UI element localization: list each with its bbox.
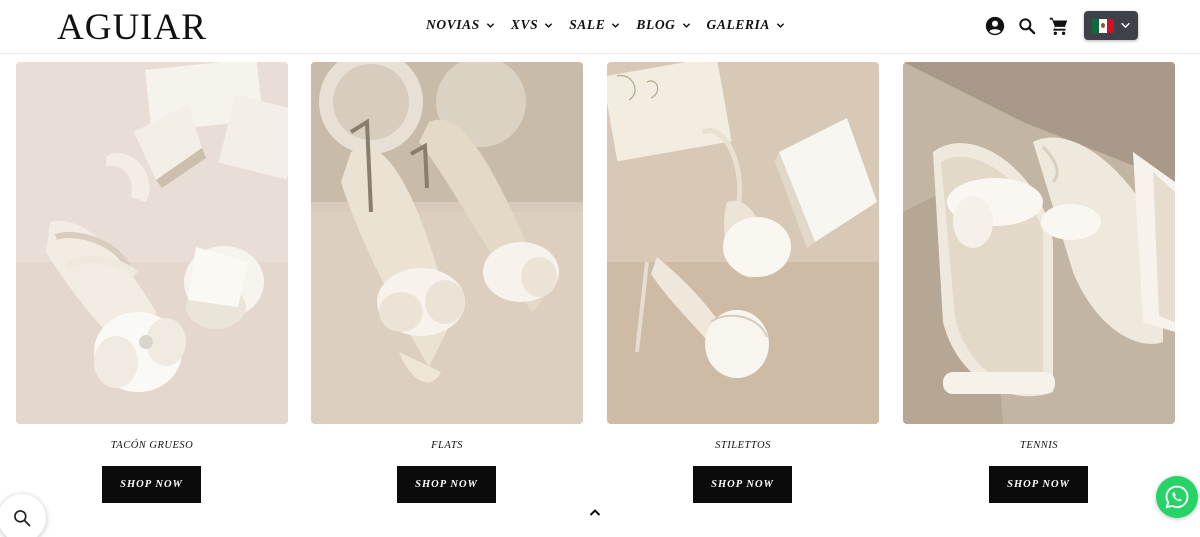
nav-item-blog[interactable]: BLOG (636, 17, 690, 33)
nav-item-sale[interactable]: SALE (569, 17, 620, 33)
nav-item-label: BLOG (636, 17, 676, 32)
search-icon (14, 510, 31, 527)
product-label: TACÓN GRUESO (110, 440, 194, 451)
nav-item-xvs[interactable]: XVS (511, 17, 553, 33)
cart-button[interactable] (1047, 14, 1071, 38)
slingback-flats-image (311, 62, 583, 424)
shop-now-button[interactable]: SHOP NOW (693, 466, 792, 503)
chevron-down-icon (682, 22, 690, 28)
shop-now-button[interactable]: SHOP NOW (989, 466, 1088, 503)
mexico-flag-icon (1092, 18, 1114, 33)
chevron-down-icon (1121, 22, 1130, 29)
site-header: AGUIAR NOVIAS XVS SALE BLOG GALERIA (0, 0, 1200, 54)
chevron-down-icon (545, 22, 553, 28)
nav-item-label: XVS (510, 17, 539, 32)
chevron-up-icon (589, 508, 601, 516)
product-image[interactable] (903, 62, 1175, 424)
nav-item-galeria[interactable]: GALERIA (707, 17, 785, 33)
search-button[interactable] (1015, 14, 1039, 38)
nav-item-label: SALE (569, 17, 606, 32)
country-selector[interactable] (1084, 11, 1138, 40)
floating-search-button[interactable] (0, 494, 46, 537)
product-label: FLATS (431, 440, 463, 451)
main-nav: NOVIAS XVS SALE BLOG GALERIA (426, 17, 785, 33)
product-image[interactable] (607, 62, 879, 424)
shop-now-button[interactable]: SHOP NOW (102, 466, 201, 503)
account-icon (985, 16, 1005, 36)
cart-icon (1049, 17, 1068, 35)
stiletto-shoes-image (607, 62, 879, 424)
nav-item-label: NOVIAS (426, 17, 480, 32)
scroll-to-top-button[interactable] (587, 505, 603, 519)
product-image[interactable] (16, 62, 288, 424)
whatsapp-button[interactable] (1156, 476, 1198, 518)
search-icon (1019, 18, 1036, 35)
whatsapp-icon (1165, 485, 1189, 509)
account-button[interactable] (983, 14, 1007, 38)
shop-now-button[interactable]: SHOP NOW (397, 466, 496, 503)
chevron-down-icon (612, 22, 620, 28)
product-image[interactable] (311, 62, 583, 424)
nav-item-label: GALERIA (706, 17, 770, 32)
product-label: TENNIS (1019, 440, 1058, 451)
chevron-down-icon (486, 22, 495, 28)
brand-logo[interactable]: AGUIAR (57, 6, 207, 49)
nav-item-novias[interactable]: NOVIAS (426, 17, 495, 33)
product-label: STILETTOS (715, 440, 771, 451)
block-heel-shoes-image (16, 62, 288, 424)
platform-sneakers-image (903, 62, 1175, 424)
chevron-down-icon (776, 22, 785, 28)
